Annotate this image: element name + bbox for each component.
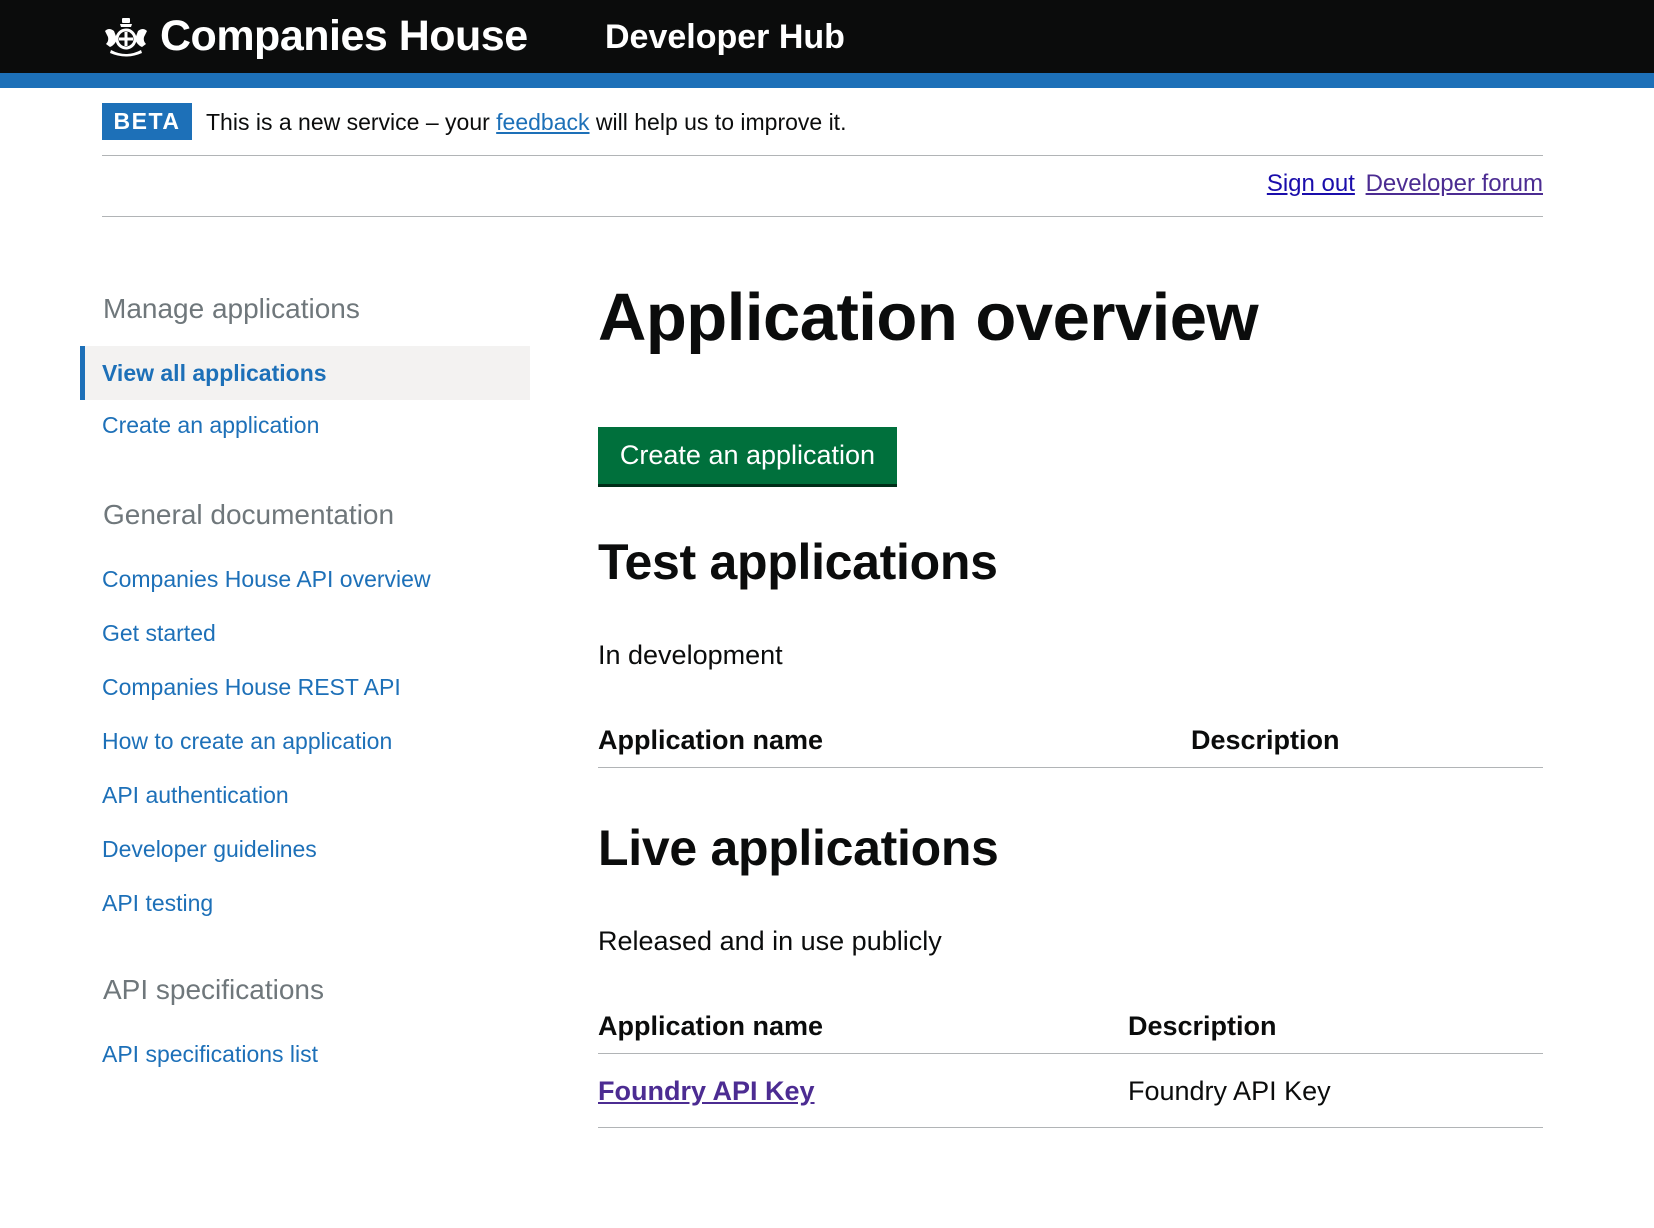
phase-banner-text: This is a new service – your feedback wi… <box>206 107 846 137</box>
beta-tag: BETA <box>102 103 192 140</box>
sidebar-item-api-authentication[interactable]: API authentication <box>80 768 530 822</box>
sidebar-item-label: Get started <box>102 620 216 646</box>
application-name-cell: Foundry API Key <box>598 1074 815 1108</box>
feedback-link[interactable]: feedback <box>496 109 589 135</box>
column-header-application-name: Application name <box>598 1011 824 1041</box>
sidebar-item-label: Companies House REST API <box>102 674 401 700</box>
sidebar-item-label: API authentication <box>102 782 289 808</box>
header-accent-bar <box>0 73 1654 88</box>
sidebar-item-label: How to create an application <box>102 728 393 754</box>
live-applications-heading: Live applications <box>598 820 999 876</box>
column-header-description: Description <box>1191 725 1340 755</box>
sidebar-item-label: Companies House API overview <box>102 566 431 592</box>
live-applications-description: Released and in use publicly <box>598 926 942 956</box>
nav-heading-manage-applications: Manage applications <box>103 293 360 324</box>
royal-crest-icon <box>105 18 147 57</box>
application-description-cell: Foundry API Key <box>1128 1076 1331 1106</box>
create-application-button[interactable]: Create an application <box>598 427 897 484</box>
sidebar-item-developer-guidelines[interactable]: Developer guidelines <box>80 822 530 876</box>
phase-banner: BETA This is a new service – your feedba… <box>102 103 1543 156</box>
sidebar-item-label: API testing <box>102 890 214 916</box>
sidebar-item-api-overview[interactable]: Companies House API overview <box>80 552 530 606</box>
sidebar-item-label: Developer guidelines <box>102 836 317 862</box>
sidebar-item-create-application[interactable]: Create an application <box>80 398 530 452</box>
column-header-application-name: Application name <box>598 725 824 755</box>
nav-heading-api-specifications: API specifications <box>103 974 324 1005</box>
sidebar-item-label: API specifications list <box>102 1041 319 1067</box>
test-applications-table-header: Application name Description <box>598 717 1543 768</box>
sidebar-item-api-testing[interactable]: API testing <box>80 876 530 930</box>
sidebar-item-how-to-create-application[interactable]: How to create an application <box>80 714 530 768</box>
utility-links: Sign out Developer forum <box>1267 169 1543 199</box>
test-applications-heading: Test applications <box>598 534 998 590</box>
phase-banner-text-before: This is a new service – your <box>206 109 497 135</box>
service-name[interactable]: Developer Hub <box>605 16 845 58</box>
nav-heading-general-documentation: General documentation <box>103 499 395 530</box>
application-link[interactable]: Foundry API Key <box>598 1076 815 1106</box>
sidebar-item-view-all-applications[interactable]: View all applications <box>80 346 530 400</box>
sidebar-item-rest-api[interactable]: Companies House REST API <box>80 660 530 714</box>
phase-banner-text-after: will help us to improve it. <box>589 109 847 135</box>
site-header: Companies House Developer Hub <box>0 0 1654 73</box>
sidebar-item-label: Create an application <box>102 412 320 438</box>
utility-bar: Sign out Developer forum <box>102 156 1543 217</box>
table-row: Foundry API Key Foundry API Key <box>598 1059 1543 1128</box>
test-applications-description: In development <box>598 640 783 670</box>
sidebar-item-api-specifications-list[interactable]: API specifications list <box>80 1027 530 1081</box>
sign-out-link[interactable]: Sign out <box>1267 170 1355 197</box>
page-title: Application overview <box>598 280 1259 355</box>
brand-name[interactable]: Companies House <box>160 10 528 62</box>
column-header-description: Description <box>1128 1011 1277 1041</box>
developer-forum-link[interactable]: Developer forum <box>1366 170 1543 197</box>
sidebar-item-get-started[interactable]: Get started <box>80 606 530 660</box>
sidebar-item-label: View all applications <box>102 360 327 386</box>
live-applications-table-header: Application name Description <box>598 1003 1543 1054</box>
